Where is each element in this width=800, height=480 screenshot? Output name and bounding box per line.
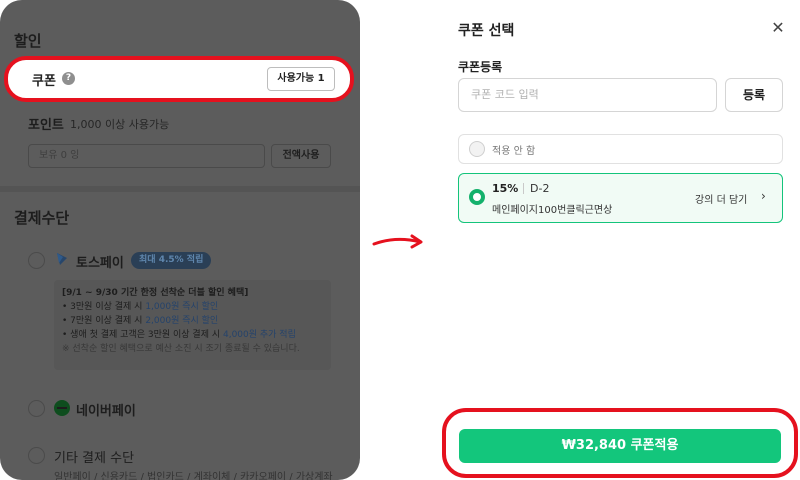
radio-selected[interactable] (469, 189, 485, 205)
etc-payment-options: 일반페이 / 신용카드 / 법인카드 / 계좌이체 / 카카오페이 / 가상계좌 (54, 472, 333, 480)
option-none-label: 적용 안 함 (492, 146, 536, 157)
chevron-right-icon[interactable]: › (761, 189, 766, 203)
promo-line-1: • 3만원 이상 결제 시 1,000원 즉시 할인 (62, 302, 219, 312)
coupon-percent: 15% (492, 182, 519, 195)
coupon-row-highlighted: 쿠폰 ? 사용가능 1 (4, 56, 354, 102)
close-icon[interactable]: ✕ (770, 20, 786, 36)
add-more-courses-link[interactable]: 강의 더 담기 (695, 191, 747, 206)
naver-pay-label: 네이버페이 (76, 404, 136, 419)
radio-unselected[interactable] (469, 141, 485, 157)
promo-line-3: • 생애 첫 결제 고객은 3만원 이상 결제 시 4,000원 추가 적립 (62, 330, 296, 340)
coupon-option-none[interactable]: 적용 안 함 (458, 134, 783, 164)
register-button[interactable]: 등록 (725, 78, 783, 112)
naver-radio[interactable] (28, 400, 45, 417)
question-icon[interactable]: ? (62, 72, 75, 85)
point-description: 1,000 이상 사용가능 (70, 118, 170, 131)
toss-pay-label: 토스페이 (76, 256, 124, 271)
apply-button-highlight: ₩32,840 쿠폰적용 (442, 408, 798, 478)
coupon-name: 메인페이지100번클릭근면상 (492, 205, 613, 216)
toss-pay-icon (57, 253, 67, 265)
point-input[interactable]: 보유 0 잉 (28, 144, 265, 168)
payment-method-title: 결제수단 (14, 209, 70, 227)
modal-title: 쿠폰 선택 (458, 23, 515, 39)
etc-payment-label: 기타 결제 수단 (54, 451, 135, 466)
discount-section-title: 할인 (14, 32, 42, 50)
naver-pay-icon (54, 400, 70, 416)
coupon-option-selected[interactable]: 15% D-2 메인페이지100번클릭근면상 강의 더 담기 › (458, 173, 783, 223)
use-all-points-button[interactable]: 전액사용 (271, 144, 331, 168)
promo-note: ※ 선착순 할인 혜택으로 예산 소진 시 조기 종료될 수 있습니다. (62, 344, 300, 354)
coupon-code-input[interactable]: 쿠폰 코드 입력 (458, 78, 717, 112)
apply-coupon-button[interactable]: ₩32,840 쿠폰적용 (459, 429, 781, 463)
coupon-separator (523, 183, 524, 194)
coupon-register-label: 쿠폰등록 (458, 60, 503, 74)
coupon-dday: D-2 (530, 182, 550, 195)
toss-promo-box: [9/1 ~ 9/30 기간 한정 선착순 더블 할인 혜택] • 3만원 이상… (54, 280, 331, 370)
promo-head: [9/1 ~ 9/30 기간 한정 선착순 더블 할인 혜택] (62, 288, 249, 298)
coupon-available-button[interactable]: 사용가능 1 (267, 67, 335, 91)
toss-radio[interactable] (28, 252, 45, 269)
checkout-panel-dimmed: 할인 쿠폰 ? 사용가능 1 포인트 1,000 이상 사용가능 보유 0 잉 … (0, 0, 360, 480)
etc-radio[interactable] (28, 447, 45, 464)
section-divider (0, 186, 360, 192)
promo-line-2: • 7만원 이상 결제 시 2,000원 즉시 할인 (62, 316, 219, 326)
arrow-right-icon (372, 234, 423, 249)
toss-reward-badge: 최대 4.5% 적립 (131, 252, 212, 269)
coupon-label: 쿠폰 (32, 74, 56, 89)
coupon-select-modal: 쿠폰 선택 ✕ 쿠폰등록 쿠폰 코드 입력 등록 적용 안 함 15% D-2 … (440, 0, 800, 480)
point-label: 포인트 (28, 118, 64, 133)
